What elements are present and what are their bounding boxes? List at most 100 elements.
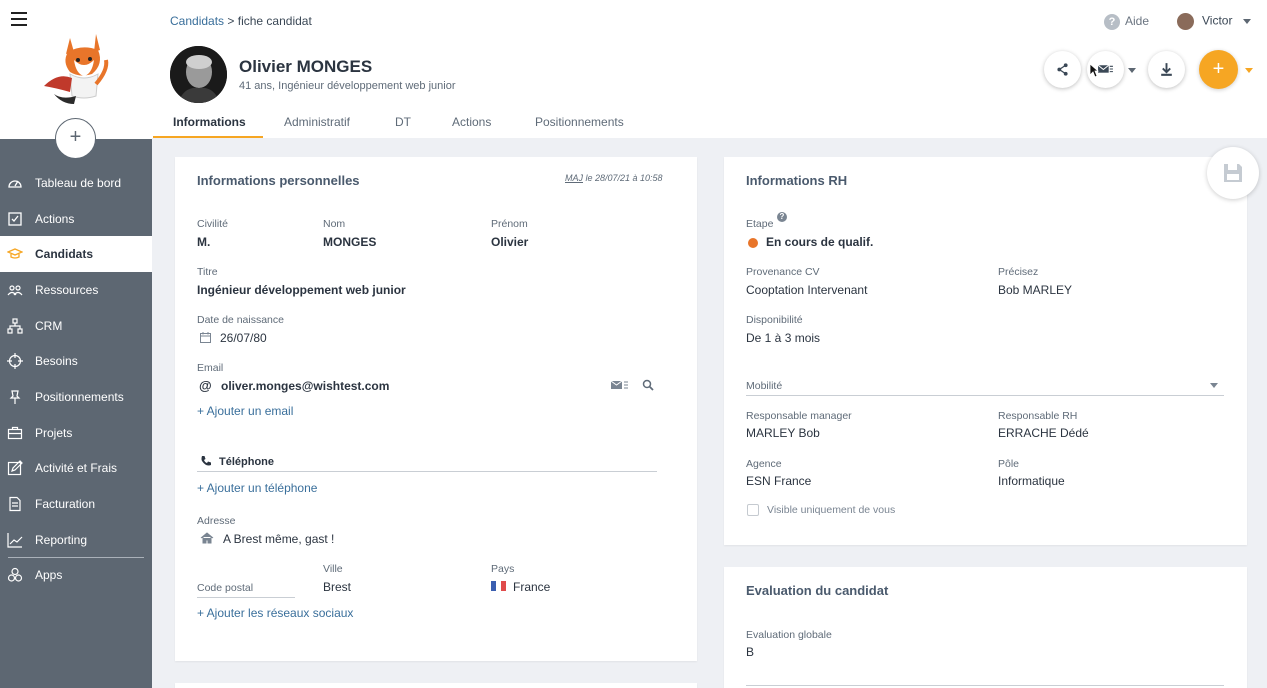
etape-value[interactable]: En cours de qualif. bbox=[766, 235, 873, 249]
sidebar-item-projets[interactable]: Projets bbox=[0, 415, 152, 451]
birth-value[interactable]: 26/07/80 bbox=[220, 331, 267, 345]
breadcrumb-link[interactable]: Candidats bbox=[170, 14, 224, 28]
titre-value[interactable]: Ingénieur développement web junior bbox=[197, 283, 406, 297]
sidebar-item-tableau-de-bord[interactable]: Tableau de bord bbox=[0, 165, 152, 201]
save-icon bbox=[1224, 164, 1242, 182]
titre-label: Titre bbox=[197, 266, 218, 278]
graduation-cap-icon bbox=[7, 248, 23, 259]
sidebar-item-label: Candidats bbox=[35, 247, 94, 261]
share-icon bbox=[1057, 63, 1068, 76]
status-dot bbox=[748, 238, 758, 248]
dashboard-icon bbox=[8, 180, 22, 188]
tab-informations[interactable]: Informations bbox=[173, 115, 246, 129]
candidate-subtitle: 41 ans, Ingénieur développement web juni… bbox=[239, 80, 456, 92]
tab-positionnements[interactable]: Positionnements bbox=[535, 115, 624, 129]
nom-value[interactable]: MONGES bbox=[323, 235, 376, 249]
save-button[interactable] bbox=[1207, 147, 1259, 199]
sidebar: + Tableau de bord Actions Candidats Ress… bbox=[0, 0, 152, 688]
postal-code-field[interactable]: Code postal bbox=[197, 582, 253, 594]
sidebar-item-label: Projets bbox=[35, 426, 73, 440]
quick-add-button[interactable]: + bbox=[55, 118, 96, 159]
mail-send-icon bbox=[1097, 64, 1113, 73]
sidebar-item-reporting[interactable]: Reporting bbox=[0, 522, 152, 558]
candidate-photo bbox=[170, 46, 227, 103]
sidebar-item-label: Ressources bbox=[35, 283, 99, 297]
visible-checkbox[interactable] bbox=[747, 504, 759, 516]
evaluation-card: Evaluation du candidat Evaluation global… bbox=[724, 567, 1247, 688]
sidebar-item-crm[interactable]: CRM bbox=[0, 308, 152, 344]
calendar-icon bbox=[200, 332, 211, 343]
mobilite-select[interactable]: Mobilité bbox=[746, 380, 782, 392]
etape-label: Etape bbox=[746, 218, 774, 230]
dispo-value[interactable]: De 1 à 3 mois bbox=[746, 331, 820, 345]
add-social-link[interactable]: + Ajouter les réseaux sociaux bbox=[197, 606, 353, 620]
help-link[interactable]: ? Aide bbox=[1104, 14, 1149, 30]
search-icon[interactable] bbox=[642, 379, 654, 391]
pole-value[interactable]: Informatique bbox=[998, 474, 1065, 488]
maj-text: le 28/07/21 à 10:58 bbox=[583, 173, 663, 183]
email-label: Email bbox=[197, 362, 224, 374]
sidebar-item-apps[interactable]: Apps bbox=[0, 557, 152, 593]
user-menu[interactable]: Victor bbox=[1177, 13, 1232, 30]
address-value[interactable]: A Brest même, gast ! bbox=[223, 532, 334, 546]
share-button[interactable] bbox=[1044, 51, 1081, 88]
country-value[interactable]: France bbox=[513, 580, 550, 594]
download-button[interactable] bbox=[1148, 51, 1185, 88]
add-email-link[interactable]: + Ajouter un email bbox=[197, 404, 293, 418]
resp-rh-value[interactable]: ERRACHE Dédé bbox=[998, 426, 1089, 440]
chevron-down-icon[interactable] bbox=[1128, 68, 1136, 73]
manager-label: Responsable manager bbox=[746, 410, 852, 422]
breadcrumb: Candidats > fiche candidat bbox=[170, 14, 312, 28]
france-flag-icon bbox=[491, 581, 506, 591]
chevron-down-icon[interactable] bbox=[1210, 383, 1218, 388]
sidebar-item-actions[interactable]: Actions bbox=[0, 201, 152, 237]
resp-rh-label: Responsable RH bbox=[998, 410, 1078, 422]
briefcase-icon bbox=[7, 426, 23, 440]
civilite-value[interactable]: M. bbox=[197, 235, 210, 249]
sidebar-item-facturation[interactable]: Facturation bbox=[0, 486, 152, 522]
sidebar-item-label: Tableau de bord bbox=[35, 176, 122, 190]
nom-label: Nom bbox=[323, 218, 346, 230]
home-icon bbox=[200, 532, 214, 544]
civilite-label: Civilité bbox=[197, 218, 228, 230]
sidebar-item-activite-frais[interactable]: Activité et Frais bbox=[0, 450, 152, 486]
pin-icon bbox=[9, 390, 21, 404]
sidebar-item-besoins[interactable]: Besoins bbox=[0, 343, 152, 379]
evaluation-globale-value[interactable]: B bbox=[746, 645, 754, 659]
add-action-button[interactable]: + bbox=[1199, 50, 1238, 89]
tab-actions[interactable]: Actions bbox=[452, 115, 491, 129]
provenance-value[interactable]: Cooptation Intervenant bbox=[746, 283, 867, 297]
active-tab-indicator bbox=[153, 136, 263, 138]
sidebar-item-label: Actions bbox=[35, 212, 75, 226]
sidebar-item-ressources[interactable]: Ressources bbox=[0, 272, 152, 308]
menu-icon[interactable] bbox=[11, 12, 27, 26]
precisez-value[interactable]: Bob MARLEY bbox=[998, 283, 1072, 297]
download-icon bbox=[1161, 63, 1172, 76]
breadcrumb-current: fiche candidat bbox=[237, 14, 312, 28]
agence-label: Agence bbox=[746, 458, 782, 470]
address-label: Adresse bbox=[197, 515, 236, 527]
divider bbox=[746, 685, 1224, 686]
tab-administratif[interactable]: Administratif bbox=[284, 115, 350, 129]
card-title: Informations RH bbox=[746, 173, 848, 188]
chevron-down-icon[interactable] bbox=[1243, 19, 1251, 24]
sidebar-item-positionnements[interactable]: Positionnements bbox=[0, 379, 152, 415]
sidebar-item-label: CRM bbox=[35, 319, 63, 333]
email-value[interactable]: oliver.monges@wishtest.com bbox=[221, 379, 389, 393]
last-update: MAJ le 28/07/21 à 10:58 bbox=[565, 173, 663, 183]
checklist-icon bbox=[8, 212, 22, 226]
chevron-down-icon[interactable] bbox=[1245, 68, 1253, 73]
sidebar-item-candidats[interactable]: Candidats bbox=[0, 236, 152, 272]
tab-dt[interactable]: DT bbox=[395, 115, 411, 129]
help-icon[interactable]: ? bbox=[777, 212, 787, 222]
city-value[interactable]: Brest bbox=[323, 580, 351, 594]
add-phone-link[interactable]: + Ajouter un téléphone bbox=[197, 481, 317, 495]
prenom-value[interactable]: Olivier bbox=[491, 235, 528, 249]
send-email-icon[interactable] bbox=[611, 380, 629, 391]
phone-label: Téléphone bbox=[219, 456, 275, 468]
agence-value[interactable]: ESN France bbox=[746, 474, 811, 488]
sidebar-item-label: Reporting bbox=[35, 533, 88, 547]
edit-icon bbox=[7, 460, 23, 476]
mobilite-underline bbox=[746, 395, 1224, 396]
manager-value[interactable]: MARLEY Bob bbox=[746, 426, 820, 440]
